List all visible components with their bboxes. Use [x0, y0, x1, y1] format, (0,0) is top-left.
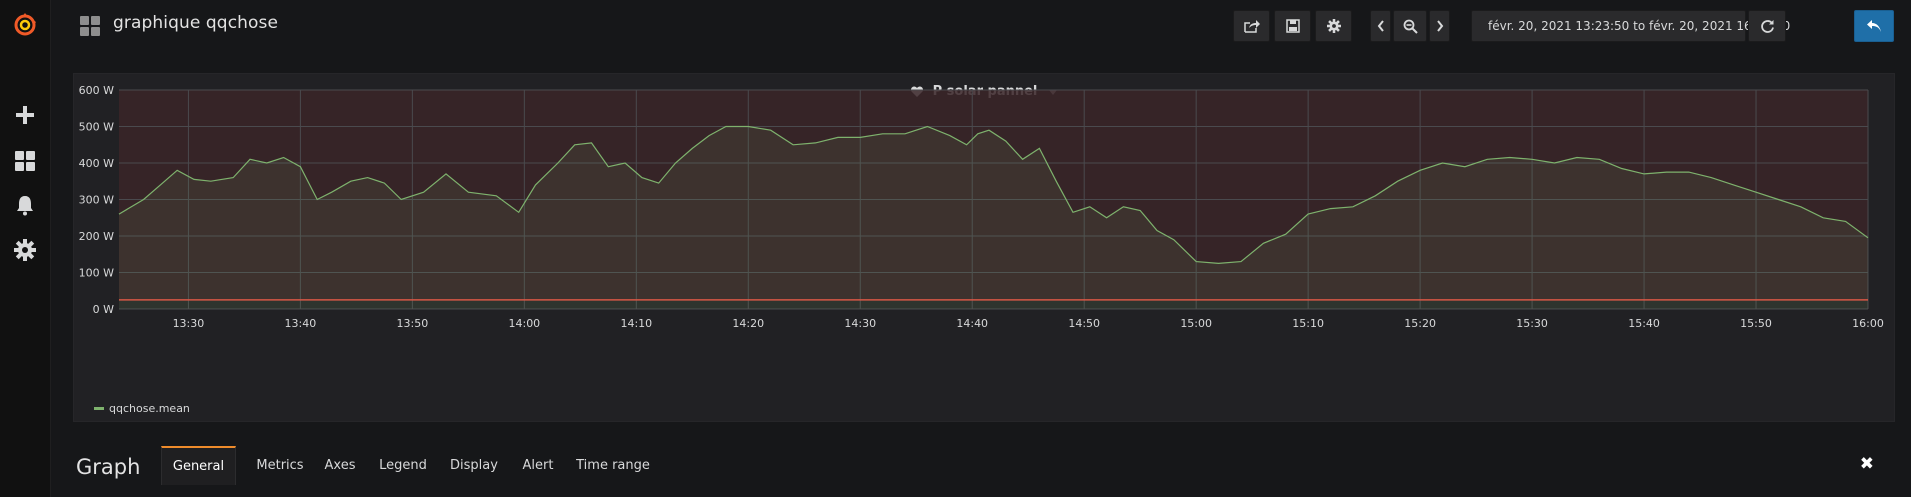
save-icon	[1285, 19, 1300, 33]
tab-axes[interactable]: Axes	[315, 446, 365, 485]
x-tick-label: 16:00	[1852, 317, 1884, 330]
refresh-button[interactable]	[1748, 10, 1786, 42]
share-button[interactable]	[1233, 10, 1270, 42]
tab-alert[interactable]: Alert	[513, 446, 563, 485]
time-range-text: févr. 20, 2021 13:23:50 to févr. 20, 202…	[1488, 19, 1791, 33]
x-tick-label: 14:40	[956, 317, 988, 330]
legend[interactable]: qqchose.mean	[94, 402, 190, 415]
gear-icon[interactable]	[10, 235, 40, 265]
editor-title: Graph	[76, 455, 141, 479]
x-tick-label: 14:30	[844, 317, 876, 330]
share-icon	[1243, 20, 1260, 33]
y-tick-label: 100 W	[79, 267, 114, 280]
x-tick-label: 14:00	[508, 317, 540, 330]
refresh-icon	[1760, 19, 1774, 33]
close-editor-button[interactable]: ✖	[1860, 454, 1874, 474]
x-tick-label: 15:10	[1292, 317, 1324, 330]
grafana-logo[interactable]	[10, 10, 40, 40]
tab-legend[interactable]: Legend	[371, 446, 435, 485]
gear-icon	[1326, 19, 1341, 33]
x-tick-label: 15:00	[1180, 317, 1212, 330]
tab-metrics[interactable]: Metrics	[247, 446, 313, 485]
y-tick-label: 200 W	[79, 230, 114, 243]
chevron-left-icon	[1377, 20, 1384, 32]
tab-display[interactable]: Display	[441, 446, 507, 485]
chart-area[interactable]: 600 W 500 W 400 W 300 W 200 W 100 W 0 W 13:30 1…	[74, 86, 1896, 346]
x-tick-label: 15:30	[1516, 317, 1548, 330]
y-tick-label: 500 W	[79, 121, 114, 134]
x-tick-label: 14:20	[732, 317, 764, 330]
x-tick-label: 15:40	[1628, 317, 1660, 330]
legend-series-label: qqchose.mean	[109, 402, 190, 415]
panel-editor-bar: Graph General Metrics Axes Legend Displa…	[51, 438, 1911, 497]
x-tick-label: 13:50	[397, 317, 429, 330]
dashboard-title[interactable]: graphique qqchose	[113, 13, 278, 33]
y-tick-label: 400 W	[79, 157, 114, 170]
y-tick-label: 600 W	[79, 86, 114, 97]
side-menu	[0, 0, 51, 497]
time-range-picker[interactable]: févr. 20, 2021 13:23:50 to févr. 20, 202…	[1471, 10, 1790, 42]
x-tick-label: 15:50	[1740, 317, 1772, 330]
y-tick-label: 0 W	[93, 303, 114, 316]
x-tick-label: 14:10	[620, 317, 652, 330]
x-tick-label: 14:50	[1068, 317, 1100, 330]
zoom-out-button[interactable]	[1393, 10, 1427, 42]
save-button[interactable]	[1274, 10, 1311, 42]
zoom-out-icon	[1403, 19, 1418, 34]
legend-color-swatch	[94, 407, 104, 410]
chevron-right-icon	[1436, 20, 1443, 32]
tab-time-range[interactable]: Time range	[571, 446, 655, 485]
x-tick-label: 13:40	[285, 317, 317, 330]
x-tick-label: 15:20	[1404, 317, 1436, 330]
y-tick-label: 300 W	[79, 194, 114, 207]
time-forward-button[interactable]	[1429, 10, 1450, 42]
dashboards-icon[interactable]	[79, 15, 101, 37]
tab-general[interactable]: General	[161, 446, 236, 485]
graph-panel: P solar pannel 600 W500 W400 W300 W200 W…	[73, 73, 1895, 422]
settings-button[interactable]	[1315, 10, 1352, 42]
back-arrow-icon	[1867, 20, 1881, 32]
bell-icon[interactable]	[10, 190, 40, 220]
dashboard-navbar: graphique qqchose févr. 20, 2021 13:23:5…	[51, 0, 1911, 52]
x-tick-label: 13:30	[173, 317, 205, 330]
close-icon: ✖	[1859, 454, 1874, 474]
time-back-button[interactable]	[1370, 10, 1391, 42]
dashboards-icon[interactable]	[10, 146, 40, 176]
plus-icon[interactable]	[10, 100, 40, 130]
back-to-dashboard-button[interactable]	[1854, 10, 1894, 42]
